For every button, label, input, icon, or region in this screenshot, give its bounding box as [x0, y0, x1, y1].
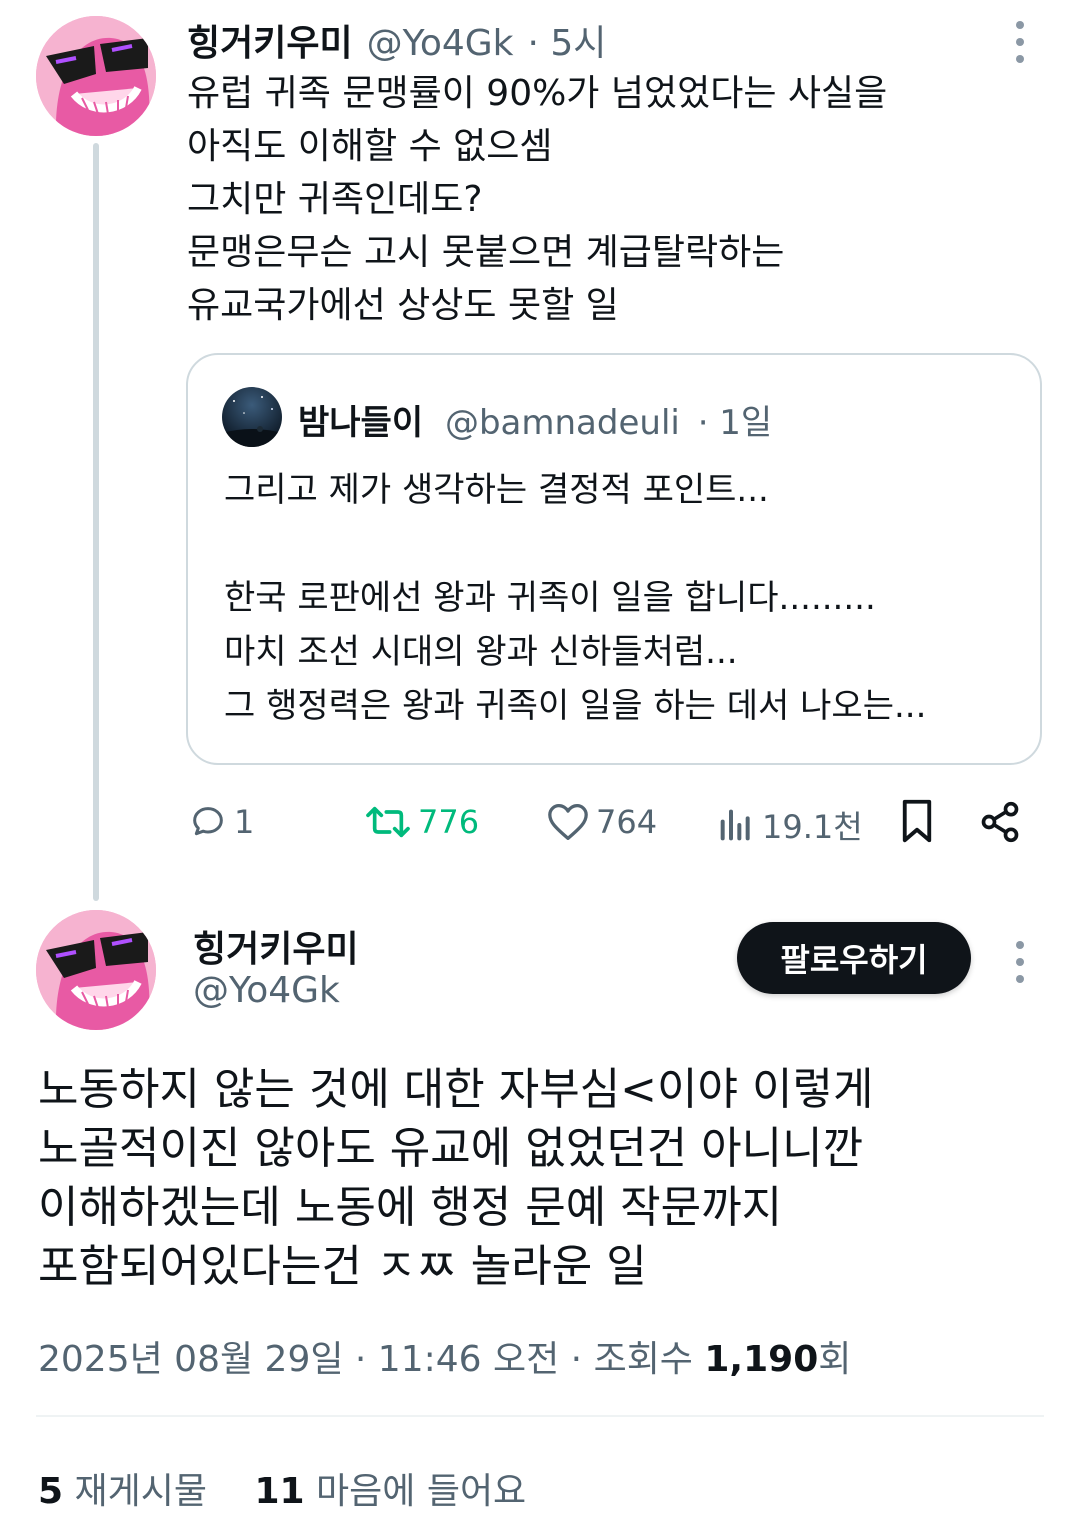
- post-time[interactable]: · 5시: [528, 14, 607, 66]
- more-icon[interactable]: [1013, 941, 1027, 983]
- reply-button[interactable]: 1: [188, 802, 254, 842]
- retweet-button[interactable]: 776: [364, 802, 479, 842]
- reply-count: 1: [234, 803, 255, 841]
- likes-count: 11: [254, 1471, 305, 1512]
- quote-text-line: 한국 로판에선 왕과 귀족이 일을 합니다.........: [224, 578, 876, 618]
- main-text-line: 노동하지 않는 것에 대한 자부심<이야 이렇게: [38, 1064, 874, 1115]
- post-date[interactable]: 2025년 08월 29일 · 11:46 오전 · 조회수: [38, 1339, 704, 1380]
- quote-text: 그리고 제가 생각하는 결정적 포인트... 한국 로판에선 왕과 귀족이 일을…: [224, 463, 926, 733]
- reposts-count: 5: [38, 1471, 64, 1512]
- views-button[interactable]: 19.1천: [716, 802, 863, 848]
- retweet-icon: [366, 806, 410, 838]
- reposts-label: 재게시물: [74, 1471, 207, 1512]
- divider: [36, 1415, 1044, 1417]
- likes-stat[interactable]: 11 마음에 들어요: [254, 1471, 526, 1512]
- retweet-count: 776: [418, 803, 480, 841]
- quote-text-line: [224, 517, 926, 571]
- view-suffix: 회: [818, 1339, 852, 1380]
- avatar-image: [36, 910, 156, 1030]
- main-author-handle[interactable]: @Yo4Gk: [193, 970, 340, 1011]
- like-count: 764: [596, 803, 658, 841]
- post-text-line: 그치만 귀족인데도?: [187, 179, 483, 220]
- quote-text-line: 그리고 제가 생각하는 결정적 포인트...: [224, 470, 769, 510]
- quote-avatar-image: [222, 387, 282, 447]
- quote-card[interactable]: 밤나들이 @bamnadeuli · 1일 그리고 제가 생각하는 결정적 포인…: [186, 353, 1042, 765]
- quote-text-line: 마치 조선 시대의 왕과 신하들처럼...: [224, 632, 738, 672]
- post-text-line: 아직도 이해할 수 없으셈: [187, 126, 553, 167]
- bookmark-icon: [902, 799, 932, 843]
- author-name[interactable]: 힝거키우미: [187, 14, 353, 66]
- quote-text-line: 그 행정력은 왕과 귀족이 일을 하는 데서 나오는...: [224, 686, 927, 726]
- views-count: 19.1천: [762, 808, 863, 846]
- avatar[interactable]: [36, 16, 156, 136]
- post-meta: 2025년 08월 29일 · 11:46 오전 · 조회수 1,190회: [38, 1330, 851, 1382]
- author-handle[interactable]: @Yo4Gk: [367, 23, 514, 64]
- bookmark-button[interactable]: [896, 798, 938, 848]
- views-icon: [720, 809, 750, 841]
- main-text-line: 이해하겠는데 노동에 행정 문예 작문까지: [38, 1182, 783, 1233]
- quote-author-name[interactable]: 밤나들이: [298, 403, 423, 443]
- thread-connector-line: [93, 143, 99, 901]
- post-text-line: 문맹은무슨 고시 못붙으면 계급탈락하는: [187, 232, 785, 273]
- post-text: 유럽 귀족 문맹률이 90%가 넘었었다는 사실을 아직도 이해할 수 없으셈 …: [187, 67, 887, 332]
- more-icon[interactable]: [1013, 21, 1027, 63]
- main-text-line: 노골적이진 않아도 유교에 없었던건 아니니깐: [38, 1123, 864, 1174]
- likes-label: 마음에 들어요: [316, 1471, 527, 1512]
- share-icon: [981, 801, 1019, 843]
- share-button[interactable]: [978, 800, 1022, 848]
- quote-time[interactable]: · 1일: [698, 403, 773, 443]
- reposts-stat[interactable]: 5 재게시물: [38, 1471, 207, 1512]
- avatar-image: [36, 16, 156, 136]
- main-author-name[interactable]: 힝거키우미: [193, 920, 359, 972]
- quote-avatar[interactable]: [222, 387, 282, 447]
- like-button[interactable]: 764: [546, 802, 657, 842]
- tweet-header: 힝거키우미 @Yo4Gk · 5시: [187, 14, 606, 66]
- main-post-text: 노동하지 않는 것에 대한 자부심<이야 이렇게 노골적이진 않아도 유교에 없…: [38, 1060, 873, 1296]
- view-count: 1,190: [704, 1339, 819, 1380]
- quote-author-handle[interactable]: @bamnadeuli: [445, 403, 680, 443]
- engagement-stats: 5 재게시물 11 마음에 들어요: [38, 1462, 526, 1514]
- follow-button[interactable]: 팔로우하기: [737, 922, 971, 994]
- reply-icon: [193, 807, 223, 836]
- main-text-line: 포함되어있다는건 ㅈㅉ 놀라운 일: [38, 1241, 647, 1292]
- post-text-line: 유교국가에선 상상도 못할 일: [187, 285, 619, 326]
- main-avatar[interactable]: [36, 910, 156, 1030]
- like-icon: [548, 804, 588, 840]
- post-text-line: 유럽 귀족 문맹률이 90%가 넘었었다는 사실을: [187, 73, 888, 114]
- quote-header: 밤나들이 @bamnadeuli · 1일: [298, 395, 772, 444]
